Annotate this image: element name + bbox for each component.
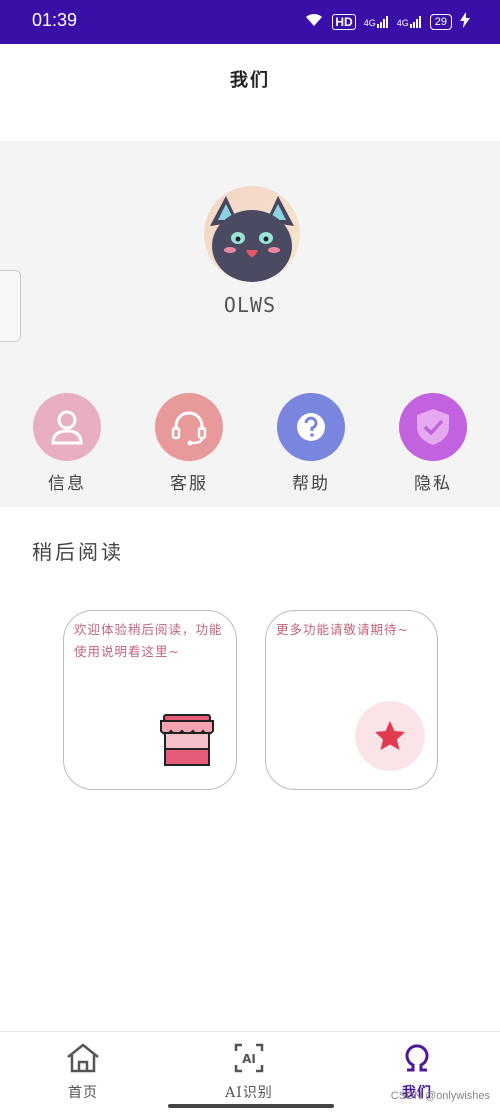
quick-menu: 信息 客服 帮助 隐私 xyxy=(0,393,500,503)
menu-item-help[interactable]: 帮助 xyxy=(271,393,351,494)
card-guide-text: 欢迎体验稍后阅读，功能使用说明看这里~ xyxy=(74,622,223,659)
tab-home-label: 首页 xyxy=(68,1085,98,1101)
user-icon xyxy=(33,393,101,461)
read-later-card-more[interactable]: 更多功能请敬请期待~ xyxy=(265,610,438,790)
avatar[interactable] xyxy=(204,186,300,282)
page-title: 我们 xyxy=(230,70,270,91)
menu-item-service[interactable]: 客服 xyxy=(149,393,229,494)
charging-icon xyxy=(460,12,470,31)
hd-badge: HD xyxy=(332,13,356,30)
watermark: CSDN @onlywishes xyxy=(390,1090,490,1102)
network-type-1: 4G xyxy=(363,17,376,28)
tab-ai-label: AI识别 xyxy=(225,1085,273,1101)
menu-label-service: 客服 xyxy=(170,474,208,494)
home-indicator[interactable] xyxy=(168,1104,334,1108)
menu-label-help: 帮助 xyxy=(292,474,330,494)
title-bar: 我们 xyxy=(0,44,500,140)
omega-icon xyxy=(405,1044,429,1072)
menu-label-info: 信息 xyxy=(48,474,86,494)
menu-item-info[interactable]: 信息 xyxy=(27,393,107,494)
svg-text:AI: AI xyxy=(242,1052,256,1066)
home-icon xyxy=(67,1043,99,1073)
tab-ai-recognition[interactable]: AI AI识别 xyxy=(199,1042,299,1102)
network-type-2: 4G xyxy=(396,17,409,28)
read-later-card-guide[interactable]: 欢迎体验稍后阅读，功能使用说明看这里~ xyxy=(63,610,237,790)
menu-label-privacy: 隐私 xyxy=(414,474,452,494)
status-icons: HD 4G 4G 29 xyxy=(304,12,470,31)
status-time: 01:39 xyxy=(32,10,78,30)
store-icon xyxy=(158,713,216,773)
menu-item-privacy[interactable]: 隐私 xyxy=(393,393,473,494)
help-icon xyxy=(277,393,345,461)
tab-home[interactable]: 首页 xyxy=(33,1042,133,1102)
headset-icon xyxy=(155,393,223,461)
card-more-text: 更多功能请敬请期待~ xyxy=(276,622,409,637)
shield-check-icon xyxy=(399,393,467,461)
signal-icon-2: 4G xyxy=(396,15,422,28)
signal-icon-1: 4G xyxy=(363,15,389,28)
ai-scan-icon: AI xyxy=(234,1043,264,1073)
battery-icon: 29 xyxy=(429,13,452,30)
wifi-icon xyxy=(304,12,324,31)
profile-section: OLWS 信息 客服 帮助 隐私 xyxy=(0,141,500,507)
read-later-title: 稍后阅读 xyxy=(32,540,124,564)
username: OLWS xyxy=(223,293,277,317)
status-bar: 01:39 HD 4G 4G 29 xyxy=(0,0,500,44)
star-icon xyxy=(355,701,425,771)
